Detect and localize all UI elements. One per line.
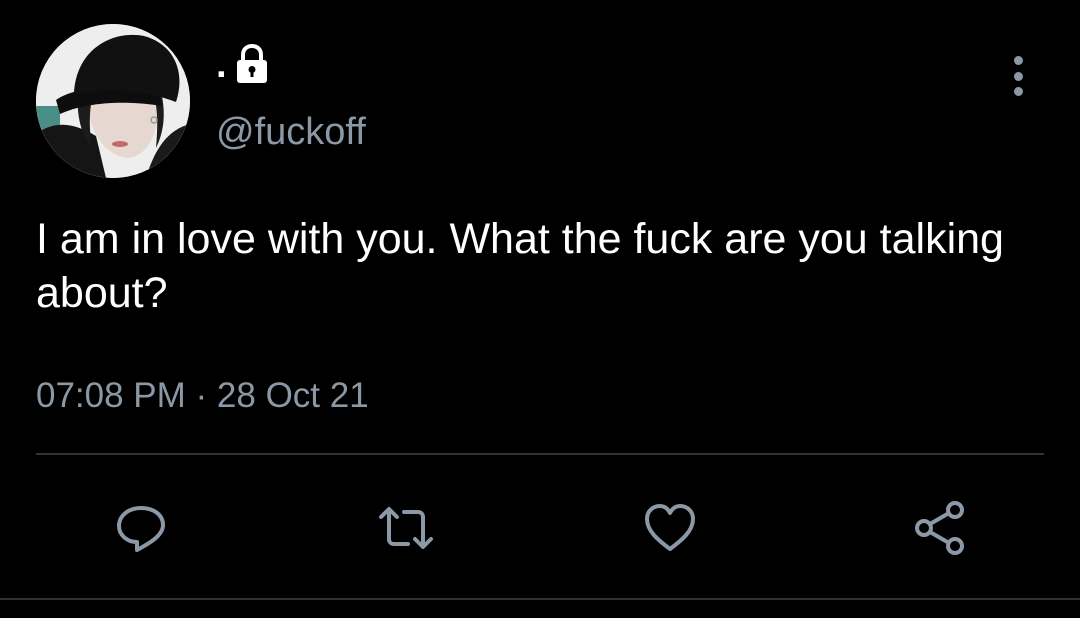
reply-button[interactable] bbox=[112, 498, 172, 558]
lock-icon bbox=[236, 44, 267, 83]
heart-icon bbox=[645, 504, 695, 551]
more-dot-icon bbox=[1013, 87, 1023, 96]
divider bbox=[36, 453, 1044, 455]
tweet-text: I am in love with you. What the fuck are… bbox=[36, 215, 1004, 317]
tweet-time[interactable]: 07:08 PM bbox=[36, 374, 186, 418]
display-name-row: . bbox=[216, 40, 269, 84]
user-handle[interactable]: @fuckoff bbox=[216, 110, 366, 154]
tweet-timestamp: 07:08 PM · 28 Oct 21 bbox=[36, 374, 369, 418]
share-icon bbox=[915, 501, 964, 555]
more-dot-icon bbox=[1013, 71, 1023, 81]
more-options-button[interactable] bbox=[1000, 52, 1036, 100]
avatar[interactable] bbox=[36, 24, 190, 178]
tweet-date[interactable]: 28 Oct 21 bbox=[217, 374, 369, 418]
reply-bubble-icon bbox=[117, 506, 165, 552]
more-dot-icon bbox=[1013, 56, 1023, 65]
tweet-detail: . @fuckoff I am in love with you. What t… bbox=[0, 0, 1080, 618]
share-button[interactable] bbox=[910, 498, 970, 558]
profile-photo-icon bbox=[36, 24, 190, 178]
meta-separator: · bbox=[185, 376, 217, 415]
retweet-icon bbox=[379, 507, 433, 549]
display-name[interactable]: . bbox=[216, 46, 227, 84]
bottom-divider bbox=[0, 598, 1080, 600]
like-button[interactable] bbox=[640, 498, 700, 558]
retweet-button[interactable] bbox=[376, 498, 436, 558]
